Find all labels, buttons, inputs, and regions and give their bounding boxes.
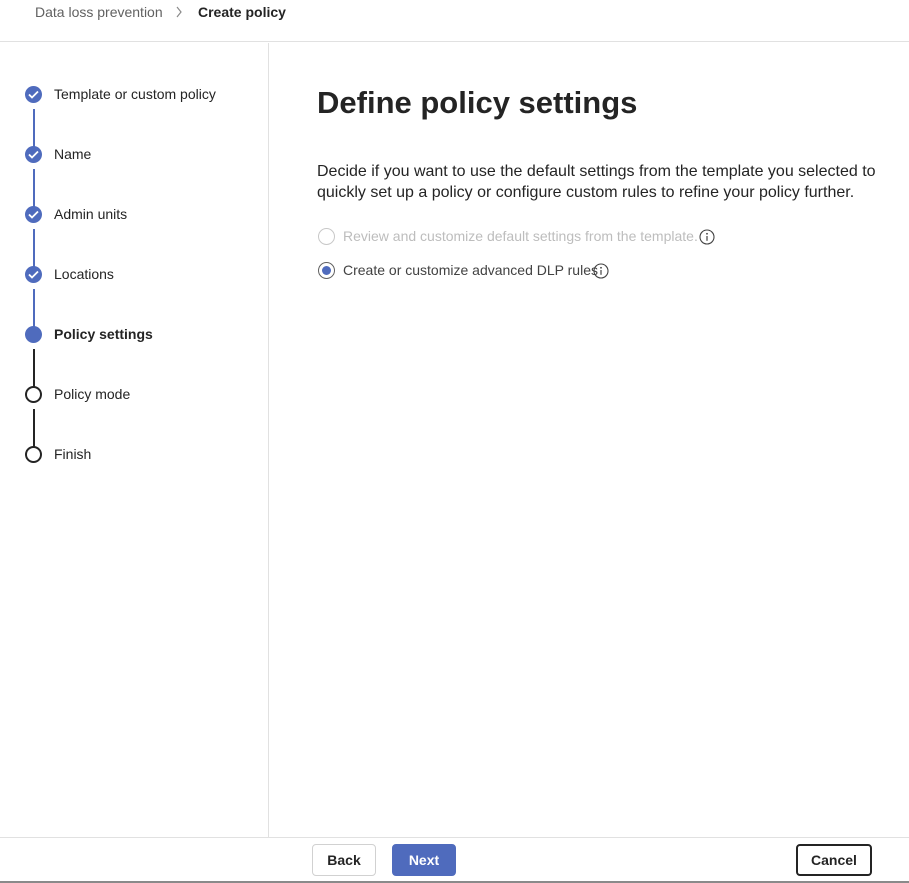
page-title: Define policy settings — [317, 85, 638, 120]
step-label: Policy mode — [54, 386, 131, 402]
step-name[interactable]: Name — [0, 139, 268, 169]
info-icon[interactable] — [593, 263, 609, 279]
breadcrumb: Data loss prevention Create policy — [0, 0, 909, 42]
step-locations[interactable]: Locations — [0, 259, 268, 289]
option-advanced-dlp-rules[interactable]: Create or customize advanced DLP rules — [317, 260, 877, 282]
step-label: Finish — [54, 446, 92, 462]
breadcrumb-current-page: Create policy — [198, 4, 286, 20]
radio-button — [318, 228, 335, 245]
option-label: Create or customize advanced DLP rules — [343, 262, 598, 278]
step-label: Name — [54, 146, 92, 162]
main-content: Define policy settings Decide if you wan… — [270, 43, 909, 837]
step-label: Admin units — [54, 206, 128, 222]
step-label: Locations — [54, 266, 114, 282]
info-icon[interactable] — [699, 229, 715, 245]
checkmark-icon — [25, 146, 42, 163]
empty-circle-icon — [25, 446, 42, 463]
step-policy-settings[interactable]: Policy settings — [0, 319, 268, 349]
step-label: Policy settings — [54, 326, 153, 342]
checkmark-icon — [25, 266, 42, 283]
radio-button-selected[interactable] — [318, 262, 335, 279]
option-review-default-settings: Review and customize default settings fr… — [317, 226, 877, 248]
step-template-or-custom-policy[interactable]: Template or custom policy — [0, 79, 268, 109]
option-label: Review and customize default settings fr… — [343, 228, 698, 244]
create-policy-wizard: Data loss prevention Create policy Templ… — [0, 0, 909, 883]
step-admin-units[interactable]: Admin units — [0, 199, 268, 229]
step-label: Template or custom policy — [54, 86, 216, 102]
cancel-button[interactable]: Cancel — [796, 844, 872, 876]
step-finish: Finish — [0, 439, 268, 469]
chevron-right-icon — [176, 6, 182, 18]
next-button[interactable]: Next — [392, 844, 456, 876]
breadcrumb-link-data-loss-prevention[interactable]: Data loss prevention — [35, 4, 163, 20]
checkmark-icon — [25, 86, 42, 103]
page-description: Decide if you want to use the default se… — [317, 163, 876, 201]
radio-dot — [322, 266, 331, 275]
back-button[interactable]: Back — [312, 844, 376, 876]
current-step-icon — [25, 326, 42, 343]
wizard-stepper: Template or custom policy Name Admin uni… — [0, 43, 269, 837]
wizard-footer: Back Next Cancel — [0, 837, 909, 881]
checkmark-icon — [25, 206, 42, 223]
empty-circle-icon — [25, 386, 42, 403]
step-policy-mode: Policy mode — [0, 379, 268, 409]
